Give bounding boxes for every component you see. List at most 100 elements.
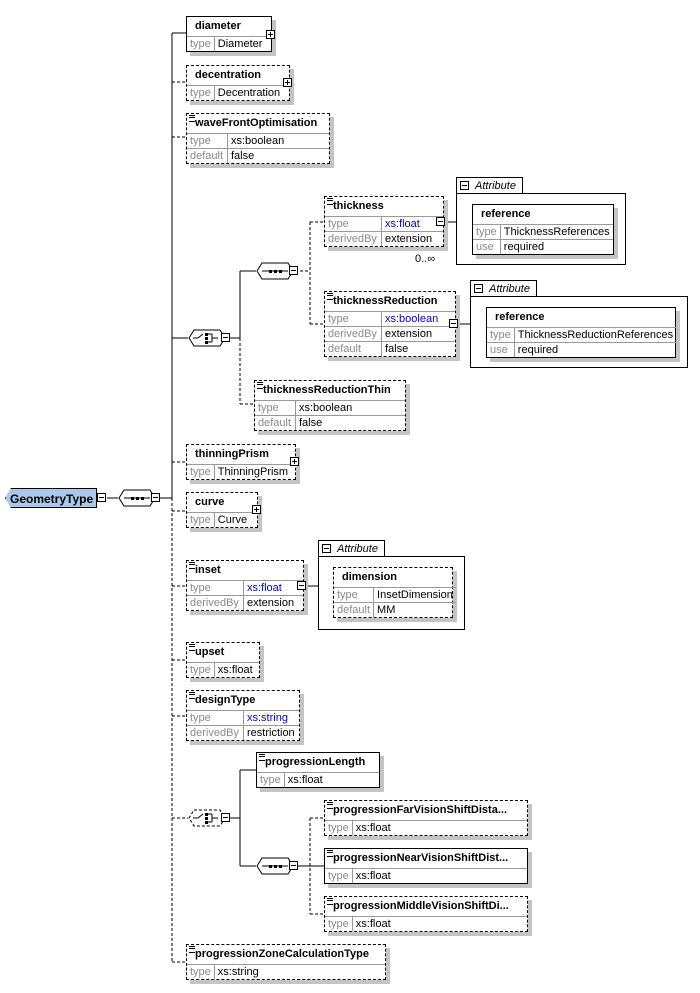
attribute-dimension[interactable]: dimension type InsetDimension default MM xyxy=(333,567,456,618)
label-type: type xyxy=(187,133,228,149)
collapse-icon[interactable] xyxy=(460,181,469,190)
value-default: MM xyxy=(373,602,456,617)
element-thinningPrism[interactable]: thinningPrism type ThinningPrism xyxy=(186,444,296,480)
element-curve[interactable]: curve type Curve xyxy=(186,492,258,528)
collapse-icon[interactable] xyxy=(221,813,230,822)
value-type: xs:boolean xyxy=(295,400,405,416)
attribute-group: reference type ThicknessReductionReferenc… xyxy=(470,296,688,368)
expand-icon[interactable] xyxy=(290,457,299,466)
element-progressionMiddleVisionShiftDistance[interactable]: progressionMiddleVisionShiftDi... type xs… xyxy=(324,896,528,932)
collapse-icon[interactable] xyxy=(289,861,298,870)
element-thicknessReductionThin[interactable]: thicknessReductionThin type xs:boolean de… xyxy=(254,380,406,431)
element-diameter[interactable]: diameter type Diameter xyxy=(186,16,272,52)
label-type: type xyxy=(473,224,501,240)
documentation-icon xyxy=(327,198,333,205)
label-type: type xyxy=(255,400,296,416)
attribute-group-tab[interactable]: Attribute xyxy=(470,280,537,297)
attribute-group-tab[interactable]: Attribute xyxy=(456,177,523,194)
documentation-icon xyxy=(327,850,333,857)
documentation-icon xyxy=(257,382,263,389)
label-derivedBy: derivedBy xyxy=(187,595,244,610)
attribute-group: dimension type InsetDimension default MM xyxy=(318,556,465,630)
value-default: false xyxy=(381,341,455,356)
label-type: type xyxy=(325,216,382,232)
element-name: designType xyxy=(195,694,256,706)
element-progressionZoneCalculationType[interactable]: progressionZoneCalculationType type xs:st… xyxy=(186,944,386,980)
value-type: ThicknessReferences xyxy=(500,224,613,240)
element-name: thinningPrism xyxy=(195,448,269,460)
documentation-icon xyxy=(189,115,195,122)
collapse-icon[interactable] xyxy=(97,493,106,502)
element-progressionLength[interactable]: progressionLength type xs:float xyxy=(256,752,380,788)
collapse-icon[interactable] xyxy=(151,493,160,502)
root-complex-type[interactable]: GeometryType xyxy=(5,488,97,508)
value-type-link[interactable]: xs:string xyxy=(243,710,299,726)
value-default: false xyxy=(295,415,405,430)
attribute-name: reference xyxy=(495,311,545,323)
value-type: xs:float xyxy=(214,662,259,677)
documentation-icon xyxy=(189,644,195,651)
label-use: use xyxy=(487,342,515,357)
collapse-icon[interactable] xyxy=(297,581,306,590)
attribute-reference[interactable]: reference type ThicknessReductionReferenc… xyxy=(486,307,677,358)
element-name: progressionMiddleVisionShiftDi... xyxy=(333,900,509,912)
label-type: type xyxy=(187,36,215,51)
value-use: required xyxy=(514,342,677,357)
collapse-icon[interactable] xyxy=(322,544,331,553)
element-progressionFarVisionShiftDistance[interactable]: progressionFarVisionShiftDista... type xs… xyxy=(324,800,528,836)
element-name: thicknessReduction xyxy=(333,295,438,307)
label-type: type xyxy=(325,311,382,327)
element-designType[interactable]: designType type xs:string derivedBy restri… xyxy=(186,690,300,741)
value-derivedBy: restriction xyxy=(243,725,299,740)
value-type: ThinningPrism xyxy=(214,464,295,479)
documentation-icon xyxy=(189,692,195,699)
attribute-reference[interactable]: reference type ThicknessReferences use req… xyxy=(472,204,614,255)
label-default: default xyxy=(187,148,228,163)
element-name: thicknessReductionThin xyxy=(263,384,391,396)
documentation-icon xyxy=(189,562,195,569)
element-name: inset xyxy=(195,564,221,576)
value-type: xs:string xyxy=(214,964,385,979)
element-upset[interactable]: upset type xs:float xyxy=(186,642,260,678)
label-type: type xyxy=(187,464,215,479)
value-type: Diameter xyxy=(214,36,271,51)
expand-icon[interactable] xyxy=(266,30,275,39)
collapse-icon[interactable] xyxy=(474,284,483,293)
element-thicknessReduction[interactable]: thicknessReduction type xs:boolean derive… xyxy=(324,291,456,357)
collapse-icon[interactable] xyxy=(436,217,445,226)
attribute-group: reference type ThicknessReferences use req… xyxy=(456,193,626,265)
element-waveFrontOptimisation[interactable]: waveFrontOptimisation type xs:boolean def… xyxy=(186,113,330,164)
element-name: progressionFarVisionShiftDista... xyxy=(333,804,507,816)
value-use: required xyxy=(500,239,613,254)
label-default: default xyxy=(334,602,375,617)
documentation-icon xyxy=(327,802,333,809)
element-name: progressionLength xyxy=(265,756,366,768)
value-default: false xyxy=(227,148,329,163)
value-type-link[interactable]: xs:float xyxy=(381,216,443,232)
label-type: type xyxy=(325,868,353,883)
value-type: Decentration xyxy=(214,85,289,100)
value-derivedBy: extension xyxy=(243,595,303,610)
element-inset[interactable]: inset type xs:float derivedBy extension xyxy=(186,560,304,611)
expand-icon[interactable] xyxy=(252,505,261,514)
value-type: Curve xyxy=(214,512,257,527)
expand-icon[interactable] xyxy=(283,78,292,87)
value-type-link[interactable]: xs:boolean xyxy=(381,311,455,327)
value-derivedBy: extension xyxy=(381,231,443,246)
documentation-icon xyxy=(189,946,195,953)
value-type: InsetDimension xyxy=(373,587,456,603)
element-progressionNearVisionShiftDistance[interactable]: progressionNearVisionShiftDist... type xs… xyxy=(324,848,528,884)
root-name: GeometryType xyxy=(10,492,94,506)
collapse-icon[interactable] xyxy=(289,266,298,275)
label-type: type xyxy=(325,916,353,931)
label-type: type xyxy=(325,820,353,835)
element-name: waveFrontOptimisation xyxy=(195,117,318,129)
element-name: progressionNearVisionShiftDist... xyxy=(333,852,509,864)
value-type-link[interactable]: xs:float xyxy=(243,580,303,596)
attribute-group-tab[interactable]: Attribute xyxy=(318,540,385,557)
label-type: type xyxy=(187,964,215,979)
collapse-icon[interactable] xyxy=(449,319,458,328)
element-thickness[interactable]: thickness type xs:float derivedBy extensio… xyxy=(324,196,444,247)
collapse-icon[interactable] xyxy=(221,333,230,342)
element-decentration[interactable]: decentration type Decentration xyxy=(186,65,290,101)
